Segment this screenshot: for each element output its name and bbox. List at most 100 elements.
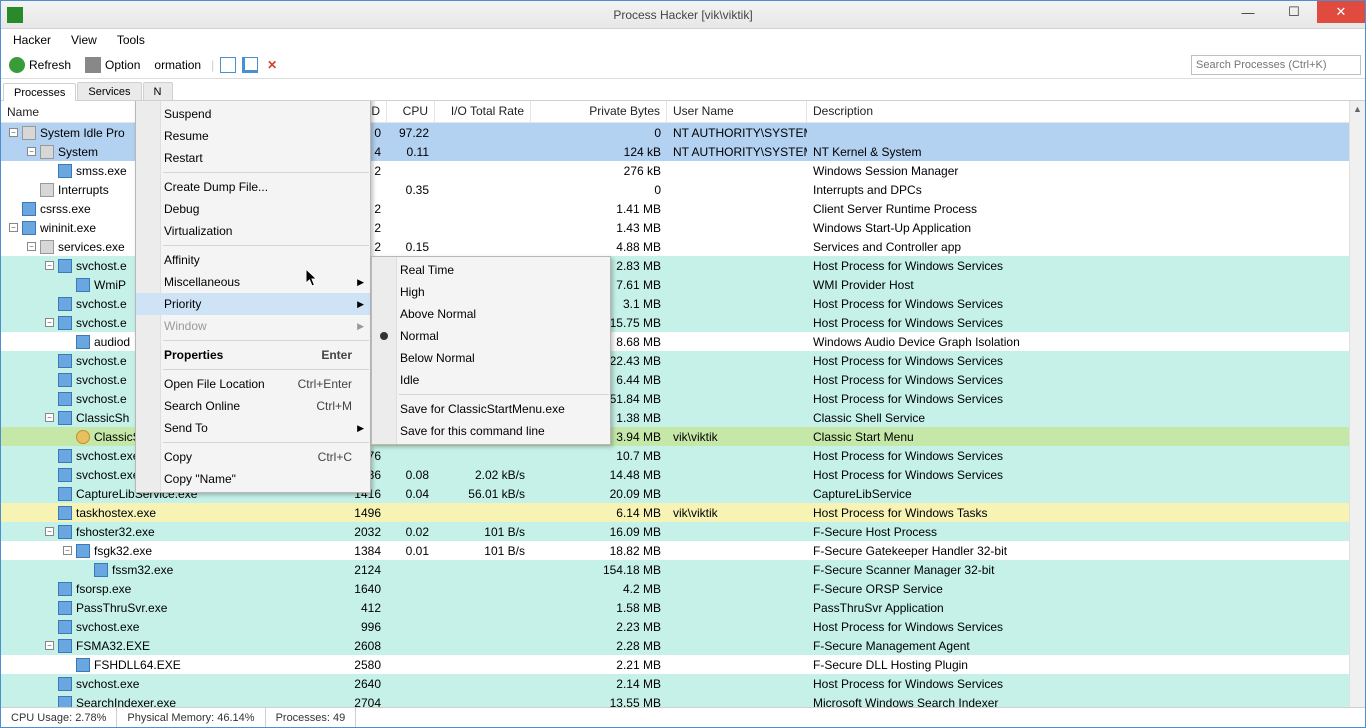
delete-icon[interactable]: ✕ (264, 57, 280, 73)
col-private-bytes[interactable]: Private Bytes (531, 101, 667, 122)
cursor-icon (306, 269, 320, 289)
tree-toggle-icon[interactable]: − (27, 242, 36, 251)
menu-item[interactable]: CopyCtrl+C (136, 446, 370, 468)
tree-toggle-icon[interactable]: − (9, 223, 18, 232)
menu-item[interactable]: Search OnlineCtrl+M (136, 395, 370, 417)
maximize-button[interactable]: ☐ (1271, 1, 1317, 23)
menu-item[interactable]: Send To▶ (136, 417, 370, 439)
menu-item[interactable]: Resume (136, 125, 370, 147)
tab-processes[interactable]: Processes (3, 83, 76, 101)
menu-item[interactable]: Real Time (372, 259, 610, 281)
options-icon (85, 57, 101, 73)
menu-item[interactable]: Above Normal (372, 303, 610, 325)
process-icon (58, 411, 72, 425)
process-icon (58, 487, 72, 501)
search-input[interactable] (1191, 55, 1361, 75)
menu-item[interactable]: Save for ClassicStartMenu.exe (372, 398, 610, 420)
process-icon (76, 430, 90, 444)
process-name: smss.exe (76, 164, 127, 178)
context-menu[interactable]: TerminateDelTerminate TreeShift+DelSuspe… (135, 101, 371, 493)
menu-item[interactable]: Virtualization (136, 220, 370, 242)
tree-toggle-icon[interactable]: − (45, 261, 54, 270)
tree-toggle-icon[interactable]: − (63, 546, 72, 555)
tree-toggle-icon[interactable]: − (27, 147, 36, 156)
status-cpu: CPU Usage: 2.78% (1, 708, 117, 727)
process-name: svchost.e (76, 259, 127, 273)
windows-icon[interactable] (242, 57, 258, 73)
priority-submenu[interactable]: Real TimeHighAbove NormalNormalBelow Nor… (371, 256, 611, 445)
status-processes: Processes: 49 (266, 708, 357, 727)
tree-toggle-icon[interactable]: − (45, 318, 54, 327)
menu-hacker[interactable]: Hacker (5, 31, 59, 49)
process-name: fshoster32.exe (76, 525, 155, 539)
table-row[interactable]: −fshoster32.exe20320.02101 B/s16.09 MBF-… (1, 522, 1365, 541)
tree-toggle-icon[interactable]: − (45, 641, 54, 650)
menu-tools[interactable]: Tools (109, 31, 153, 49)
menu-item[interactable]: Normal (372, 325, 610, 347)
process-name: svchost.exe (76, 620, 139, 634)
table-row[interactable]: svchost.exe9962.23 MBHost Process for Wi… (1, 617, 1365, 636)
process-icon (58, 259, 72, 273)
menu-item[interactable]: Idle (372, 369, 610, 391)
col-description[interactable]: Description (807, 101, 1365, 122)
submenu-arrow-icon: ▶ (357, 321, 364, 332)
menu-item[interactable]: Restart (136, 147, 370, 169)
menu-item[interactable]: Debug (136, 198, 370, 220)
refresh-button[interactable]: Refresh (5, 55, 75, 75)
process-name: WmiP (94, 278, 126, 292)
process-icon (94, 563, 108, 577)
table-row[interactable]: −FSMA32.EXE26082.28 MBF-Secure Managemen… (1, 636, 1365, 655)
tab-services[interactable]: Services (77, 82, 141, 100)
table-row[interactable]: −fsgk32.exe13840.01101 B/s18.82 MBF-Secu… (1, 541, 1365, 560)
table-row[interactable]: svchost.exe26402.14 MBHost Process for W… (1, 674, 1365, 693)
process-name: FSHDLL64.EXE (94, 658, 181, 672)
process-name: fsorsp.exe (76, 582, 131, 596)
table-row[interactable]: SearchIndexer.exe270413.55 MBMicrosoft W… (1, 693, 1365, 707)
process-name: taskhostex.exe (76, 506, 156, 520)
menu-item[interactable]: Miscellaneous▶ (136, 271, 370, 293)
titlebar[interactable]: Process Hacker [vik\viktik] — ☐ ✕ (1, 1, 1365, 29)
col-cpu[interactable]: CPU (387, 101, 435, 122)
close-button[interactable]: ✕ (1317, 1, 1365, 23)
process-icon (58, 354, 72, 368)
tab-network[interactable]: N (143, 82, 173, 100)
menu-item[interactable]: PropertiesEnter (136, 344, 370, 366)
table-row[interactable]: fsorsp.exe16404.2 MBF-Secure ORSP Servic… (1, 579, 1365, 598)
tree-toggle-icon[interactable]: − (45, 413, 54, 422)
menu-item[interactable]: Open File LocationCtrl+Enter (136, 373, 370, 395)
table-row[interactable]: fssm32.exe2124154.18 MBF-Secure Scanner … (1, 560, 1365, 579)
process-name: Interrupts (58, 183, 109, 197)
information-button[interactable]: ormation (150, 56, 205, 74)
menu-item[interactable]: Suspend (136, 103, 370, 125)
scroll-up-icon[interactable]: ▲ (1350, 101, 1365, 117)
submenu-arrow-icon: ▶ (357, 423, 364, 434)
process-icon (58, 601, 72, 615)
process-name: PassThruSvr.exe (76, 601, 167, 615)
table-row[interactable]: PassThruSvr.exe4121.58 MBPassThruSvr App… (1, 598, 1365, 617)
process-icon (76, 335, 90, 349)
table-row[interactable]: FSHDLL64.EXE25802.21 MBF-Secure DLL Host… (1, 655, 1365, 674)
vertical-scrollbar[interactable]: ▲ (1349, 101, 1365, 707)
menu-view[interactable]: View (63, 31, 105, 49)
process-name: System Idle Pro (40, 126, 125, 140)
menu-item[interactable]: Priority▶ (136, 293, 370, 315)
options-button[interactable]: Option (81, 55, 144, 75)
process-icon (58, 506, 72, 520)
process-name: services.exe (58, 240, 125, 254)
menu-item[interactable]: Below Normal (372, 347, 610, 369)
menu-item[interactable]: Copy "Name" (136, 468, 370, 490)
table-row[interactable]: taskhostex.exe14966.14 MBvik\viktikHost … (1, 503, 1365, 522)
menu-item[interactable]: Affinity (136, 249, 370, 271)
tree-toggle-icon[interactable]: − (9, 128, 18, 137)
tree-toggle-icon[interactable]: − (45, 527, 54, 536)
col-io[interactable]: I/O Total Rate (435, 101, 531, 122)
process-icon (22, 221, 36, 235)
menu-item[interactable]: Create Dump File... (136, 176, 370, 198)
col-user[interactable]: User Name (667, 101, 807, 122)
window-icon[interactable] (220, 57, 236, 73)
app-icon (7, 7, 23, 23)
menu-item[interactable]: High (372, 281, 610, 303)
minimize-button[interactable]: — (1225, 1, 1271, 23)
menu-item[interactable]: Save for this command line (372, 420, 610, 442)
process-name: SearchIndexer.exe (76, 696, 176, 708)
